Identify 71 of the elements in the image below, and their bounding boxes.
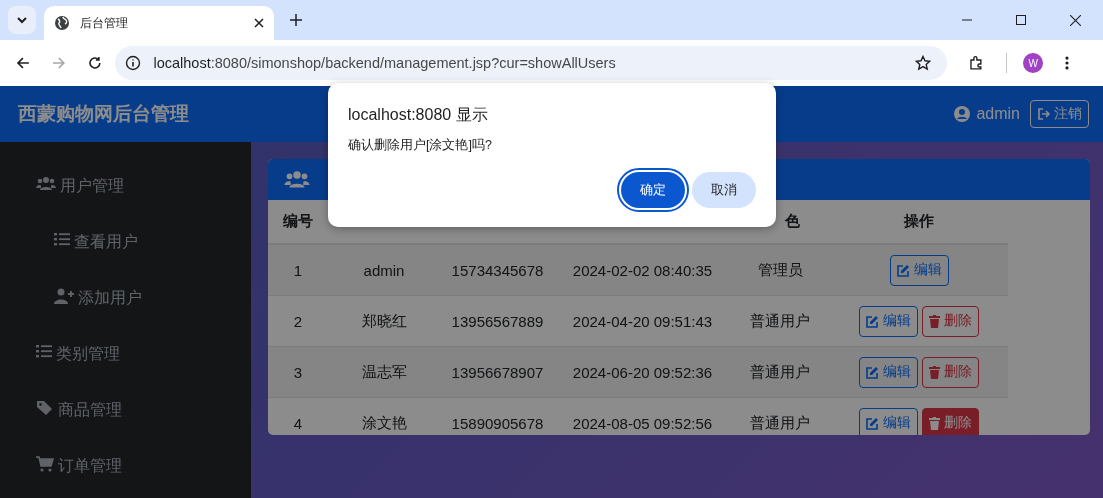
trash-icon — [929, 416, 940, 430]
menu-icon[interactable] — [1065, 56, 1069, 70]
users-icon — [284, 169, 310, 190]
delete-button[interactable]: 删除 — [922, 305, 979, 337]
edit-button[interactable]: 编辑 — [889, 254, 949, 286]
star-icon[interactable] — [914, 55, 931, 71]
table-cell: 1 — [268, 244, 328, 296]
table-cell: 3 — [268, 346, 328, 398]
table-cell: 温志军 — [328, 346, 440, 398]
delete-button[interactable]: 删除 — [922, 407, 979, 435]
edit-button[interactable]: 编辑 — [859, 305, 918, 337]
table-cell: 2024-04-20 09:51:43 — [555, 295, 730, 347]
table-cell: 普通用户 — [730, 397, 830, 435]
cancel-button[interactable]: 取消 — [692, 172, 756, 208]
edit-icon — [866, 416, 879, 430]
close-icon[interactable] — [254, 18, 264, 28]
table-cell: 管理员 — [730, 244, 830, 296]
edit-icon — [866, 314, 879, 328]
maximize-icon[interactable] — [1016, 15, 1026, 25]
address-bar[interactable]: localhost:8080/simonshop/backend/management.jsp?cur=showAllUsers — [115, 46, 947, 80]
table-cell: 涂文艳 — [328, 397, 440, 435]
table-cell: 2024-06-20 09:52:36 — [555, 346, 730, 398]
tab-search-button[interactable] — [8, 6, 36, 34]
tag-icon — [36, 400, 54, 416]
users-icon — [36, 176, 56, 192]
table-cell: 郑晓红 — [328, 295, 440, 347]
table-cell: 2024-02-02 08:40:35 — [555, 244, 730, 296]
sidebar-item[interactable]: 类别管理 — [0, 326, 251, 382]
cart-icon — [36, 456, 54, 472]
site-title: 西蒙购物网后台管理 — [18, 102, 189, 126]
table-cell: 2024-08-05 09:52:56 — [555, 397, 730, 435]
user-plus-icon — [54, 288, 74, 304]
edit-button[interactable]: 编辑 — [859, 407, 918, 435]
table-cell: admin — [328, 244, 440, 296]
table-cell: 4 — [268, 397, 328, 435]
table-cell: 2 — [268, 295, 328, 347]
sidebar-item[interactable]: 订单管理 — [0, 438, 251, 494]
sidebar-subitem[interactable]: 添加用户 — [0, 270, 251, 326]
table-cell: 13956567889 — [440, 295, 555, 347]
table-cell: 15734345678 — [440, 244, 555, 296]
globe-icon — [54, 15, 70, 31]
sidebar-item[interactable]: 商品管理 — [0, 382, 251, 438]
browser-tab[interactable]: 后台管理 — [44, 6, 274, 40]
info-icon — [125, 55, 142, 71]
chevron-down-icon — [16, 14, 28, 26]
table-cell: 普通用户 — [730, 346, 830, 398]
sidebar-subitem[interactable]: 查看用户 — [0, 214, 251, 270]
user-name: admin — [976, 105, 1020, 123]
user-circle-icon — [954, 106, 971, 122]
edit-button[interactable]: 编辑 — [859, 356, 918, 388]
new-tab-icon[interactable] — [290, 14, 302, 26]
list-icon — [54, 232, 70, 246]
reload-icon[interactable] — [87, 56, 102, 70]
edit-icon — [866, 365, 879, 379]
table-cell: 15890905678 — [440, 397, 555, 435]
back-icon[interactable] — [16, 56, 30, 70]
close-icon[interactable] — [1070, 14, 1081, 26]
profile-avatar[interactable]: W — [1023, 53, 1044, 73]
dialog-message: 确认删除用户[涂文艳]吗? — [348, 137, 493, 154]
edit-icon — [896, 263, 910, 277]
logout-icon — [1037, 107, 1051, 121]
table-cell: 普通用户 — [730, 295, 830, 347]
delete-button[interactable]: 删除 — [922, 356, 979, 388]
trash-icon — [929, 314, 940, 328]
puzzle-icon[interactable] — [968, 55, 985, 71]
list-icon — [36, 344, 52, 358]
logout-button[interactable]: 注销 — [1030, 100, 1089, 128]
sidebar-item[interactable]: 用户管理 — [0, 158, 251, 214]
dialog-title: localhost:8080 显示 — [348, 105, 489, 125]
trash-icon — [929, 365, 940, 379]
table-cell: 13956678907 — [440, 346, 555, 398]
